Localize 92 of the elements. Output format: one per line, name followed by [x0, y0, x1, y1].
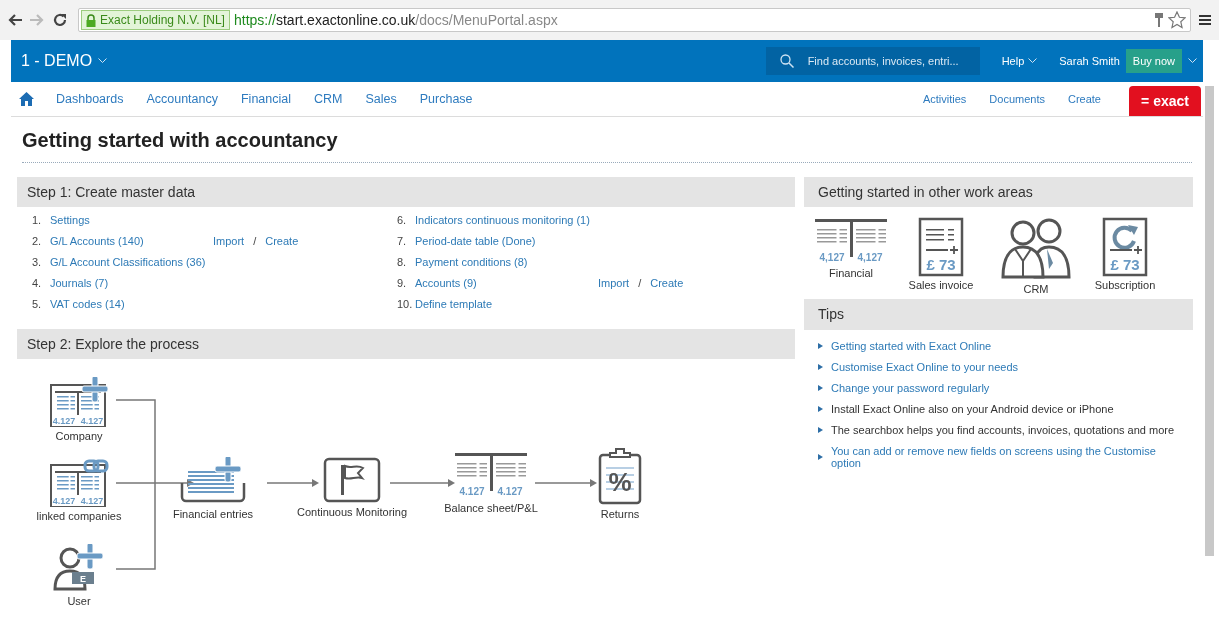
node-label: Continuous Monitoring [296, 505, 408, 520]
address-bar[interactable]: Exact Holding N.V. [NL] https://start.exactonline.co.uk/docs/MenuPortal.aspx [78, 8, 1191, 32]
bullet-icon [818, 343, 823, 349]
tip-text: The searchbox helps you find accounts, invoices, quotations and more [831, 424, 1175, 436]
tip-text: Install Exact Online also on your Android device or iPhone [831, 403, 1114, 415]
chevron-icon [98, 58, 108, 64]
node-label: Company [55, 429, 103, 444]
setup-link[interactable]: G/L Account Classifications (36) [50, 253, 213, 271]
item-number: 6. [397, 212, 408, 228]
node-label: Returns [600, 507, 640, 522]
setup-link[interactable]: Journals (7) [50, 274, 213, 292]
bullet-icon [818, 454, 823, 460]
setup-link[interactable]: VAT codes (14) [50, 295, 213, 313]
arrow [534, 479, 597, 487]
company-selector[interactable]: 1 - DEMO [21, 49, 108, 73]
setup-link[interactable]: Indicators continuous monitoring (1) [415, 211, 598, 229]
people-icon [1001, 217, 1071, 281]
tip-link[interactable]: Getting started with Exact Online [831, 340, 992, 352]
nav-link[interactable]: Documents [989, 90, 1045, 108]
section-header: Getting started in other work areas [804, 177, 1193, 207]
action-link[interactable]: Import [598, 274, 630, 292]
nav-link[interactable]: Sales [365, 89, 397, 109]
action-link[interactable]: Create [265, 232, 299, 250]
setup-link[interactable]: Period-date table (Done) [415, 232, 598, 250]
tip-link[interactable]: Customise Exact Online to your needs [831, 361, 1019, 373]
item-number: 10. [397, 296, 414, 312]
nav-link[interactable]: Dashboards [56, 89, 124, 109]
exact-logo[interactable]: = exact [1129, 86, 1201, 116]
section-header: Tips [804, 299, 1193, 330]
separator-text: / [253, 233, 257, 249]
nav-link[interactable]: Financial [241, 89, 291, 109]
menu-icon[interactable] [1199, 14, 1211, 26]
buy-now-button[interactable]: Buy now [1125, 49, 1182, 73]
setup-link[interactable]: G/L Accounts (140) [50, 232, 213, 250]
action-link[interactable]: Import [213, 232, 245, 250]
setup-link[interactable]: Payment conditions (8) [415, 253, 598, 271]
item-number: 5. [32, 296, 43, 312]
section-header: Step 1: Create master data [17, 177, 795, 207]
bullet-icon [818, 406, 823, 412]
certificate-badge[interactable]: Exact Holding N.V. [NL] [81, 10, 230, 30]
work-area-label[interactable]: Sales invoice [908, 277, 974, 294]
inbox-plus-icon [178, 457, 248, 505]
search-icon [779, 54, 794, 68]
flag-icon [323, 457, 381, 503]
chevron-icon[interactable] [1188, 58, 1197, 64]
tip-link[interactable]: You can add or remove new fields on screens using the Customise option [830, 445, 1183, 469]
node-label: User [67, 594, 91, 609]
key-icon[interactable] [1154, 12, 1164, 28]
chevron-icon [1028, 58, 1038, 64]
item-number: 8. [397, 254, 408, 270]
reload-icon[interactable] [52, 12, 68, 28]
star-icon[interactable] [1168, 11, 1186, 29]
item-number: 1. [32, 212, 43, 228]
setup-link[interactable]: Accounts (9) [415, 274, 598, 292]
invoice-icon: £ 73 [918, 217, 964, 277]
nav-link[interactable]: Purchase [419, 89, 473, 109]
scrollbar[interactable] [1205, 86, 1214, 556]
item-number: 3. [32, 254, 43, 270]
work-area-label[interactable]: Subscription [1094, 277, 1156, 294]
item-number: 4. [32, 275, 43, 291]
action-link[interactable]: Create [650, 274, 684, 292]
bullet-icon [818, 427, 823, 433]
node-label: Financial entries [172, 507, 254, 522]
arrow [389, 479, 455, 487]
nav-link[interactable]: CRM [314, 89, 343, 109]
setup-link[interactable]: Define template [415, 295, 598, 313]
work-area-label[interactable]: Financial [829, 265, 873, 282]
item-number: 7. [397, 233, 408, 249]
invoice-icon: £ 73 [1102, 217, 1148, 277]
search-field[interactable]: Find accounts, invoices, entri... [765, 47, 980, 75]
help-menu[interactable]: Help [1001, 52, 1038, 70]
lock-icon [86, 13, 96, 27]
page-title: Getting started with accountancy [22, 128, 339, 153]
nav-link[interactable]: Create [1067, 90, 1101, 108]
node-label: linked companies [36, 509, 122, 524]
nav-link[interactable]: Activities [922, 90, 967, 108]
arrow [266, 479, 319, 487]
item-number: 9. [397, 275, 408, 291]
item-number: 2. [32, 233, 43, 249]
section-header: Step 2: Explore the process [17, 329, 795, 359]
back-icon[interactable] [8, 14, 22, 26]
tip-link[interactable]: Change your password regularly [831, 382, 990, 394]
separator-text: / [638, 275, 642, 291]
nav-link[interactable]: Accountancy [146, 89, 218, 109]
work-area-label[interactable]: CRM [1023, 281, 1049, 298]
user-name[interactable]: Sarah Smith [1059, 52, 1120, 70]
bullet-icon [818, 385, 823, 391]
home-icon[interactable] [19, 92, 34, 106]
bullet-icon [818, 364, 823, 370]
url-text: https://start.exactonline.co.uk/docs/MenuPortal.aspx [233, 10, 558, 30]
node-label: Balance sheet/P&L [444, 501, 538, 516]
setup-link[interactable]: Settings [50, 211, 213, 229]
